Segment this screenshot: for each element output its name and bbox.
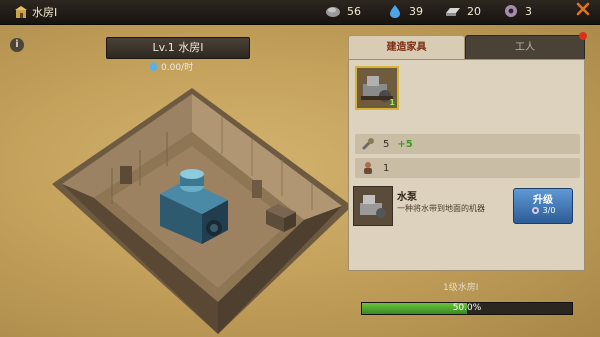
top-bar: 水房I 56 39 20 3 xyxy=(0,0,600,25)
resource-water-value: 39 xyxy=(409,4,423,18)
room-title: 水房I xyxy=(14,4,57,20)
item-description: 一种将水带到地面的机器 xyxy=(397,204,485,213)
stat-wrench-bonus: +5 xyxy=(397,138,413,150)
resource-gear-value: 3 xyxy=(525,4,532,18)
steel-icon xyxy=(446,8,460,16)
stone-icon xyxy=(326,7,340,17)
water-drop-icon xyxy=(150,62,157,71)
water-pump-item-icon[interactable] xyxy=(353,186,393,226)
furniture-slot[interactable]: 1 xyxy=(355,66,399,110)
progress-bar: 50.0% xyxy=(361,302,573,315)
furniture-list: 1 5 +5 1 水泵 一种将水带到地面的机器 升级 3/0 xyxy=(348,59,585,271)
room-panel: 建造家具 工人 1 5 +5 1 水泵 一种将水带到地面的机器 升级 3/0 1… xyxy=(343,32,587,331)
room-level-banner: Lv.1 水房I xyxy=(106,37,250,59)
resource-steel-value: 20 xyxy=(467,4,481,18)
upgrade-button[interactable]: 升级 3/0 xyxy=(513,188,573,224)
water-drop-icon xyxy=(390,5,400,18)
worker-icon xyxy=(364,162,372,174)
tab-workers[interactable]: 工人 xyxy=(465,35,585,61)
stat-wrench-value: 5 xyxy=(383,138,390,150)
water-room-view[interactable] xyxy=(52,88,352,334)
wall-panel-icon xyxy=(120,166,132,184)
room-title-text: 水房I xyxy=(32,6,58,19)
item-name: 水泵 xyxy=(397,192,417,203)
close-button[interactable] xyxy=(576,2,590,20)
resource-water[interactable]: 39 xyxy=(387,4,423,18)
close-icon xyxy=(576,2,590,16)
gear-icon xyxy=(531,206,539,215)
info-icon[interactable]: i xyxy=(10,38,24,52)
building-icon xyxy=(15,6,27,18)
slot-count: 1 xyxy=(389,98,395,107)
resource-stone-value: 56 xyxy=(347,4,361,18)
wrench-icon xyxy=(362,138,374,150)
tab-build-furniture[interactable]: 建造家具 xyxy=(348,35,465,61)
pump-icon xyxy=(360,195,386,218)
resource-gear[interactable]: 3 xyxy=(503,4,532,18)
gear-icon xyxy=(505,5,517,17)
room-level-text: 1级水房I xyxy=(443,283,479,293)
production-rate-text: 0.00/时 xyxy=(161,63,194,73)
stat-row-wrench: 5 +5 xyxy=(355,134,580,154)
progress-text: 50.0% xyxy=(452,303,482,313)
stat-worker-value: 1 xyxy=(383,162,390,174)
resource-stone[interactable]: 56 xyxy=(325,4,361,18)
upgrade-label: 升级 xyxy=(533,195,553,206)
resource-steel[interactable]: 20 xyxy=(445,4,481,18)
wall-hatch-icon xyxy=(252,180,262,198)
stat-row-worker: 1 xyxy=(355,158,580,178)
upgrade-cost-value: 3/0 xyxy=(542,206,556,215)
upgrade-cost: 3/0 xyxy=(514,206,572,215)
notification-dot xyxy=(579,32,587,40)
production-rate: 0.00/时 xyxy=(150,60,193,73)
